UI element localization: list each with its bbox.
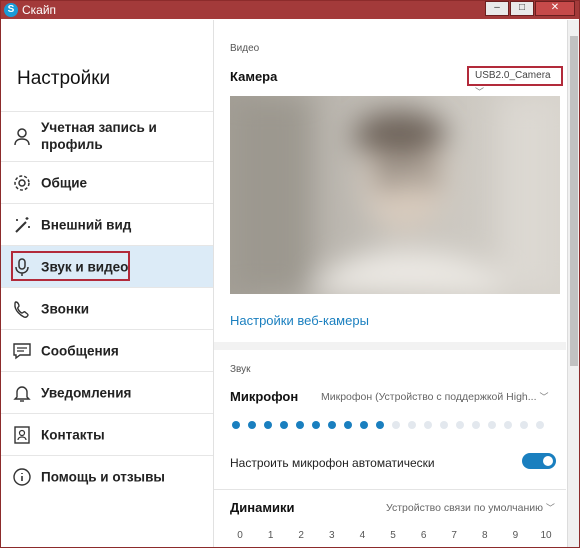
settings-sidebar: Настройки Учетная запись и профиль Общие…: [1, 20, 214, 547]
sidebar-item-notifications[interactable]: Уведомления: [1, 371, 213, 413]
sidebar-item-label: Уведомления: [41, 385, 132, 400]
speakers-select[interactable]: Устройство связи по умолчанию ﹀: [386, 501, 555, 514]
mic-level-meter: [232, 421, 544, 429]
camera-select-value: USB2.0_Camera: [475, 70, 551, 81]
mic-level-dot: [424, 421, 432, 429]
mic-level-dot: [440, 421, 448, 429]
speakers-divider: [214, 489, 566, 490]
volume-tick-label: 8: [482, 530, 488, 541]
microphone-select[interactable]: Микрофон (Устройство с поддержкой High..…: [321, 390, 561, 403]
minimize-button[interactable]: –: [485, 1, 509, 16]
volume-tick-label: 4: [359, 530, 366, 541]
mic-level-dot: [296, 421, 304, 429]
scrollbar-thumb[interactable]: [570, 36, 578, 366]
sidebar-item-label: Общие: [41, 175, 88, 190]
volume-tick-label: 2: [298, 530, 304, 541]
contacts-icon: [14, 425, 30, 444]
magic-wand-icon: [15, 216, 30, 233]
sidebar-item-label: Внешний вид: [41, 217, 132, 232]
sidebar-title: Настройки: [17, 68, 111, 89]
close-button[interactable]: ✕: [535, 1, 575, 16]
mic-level-dot: [344, 421, 352, 429]
volume-tick-label: 7: [451, 530, 457, 541]
sidebar-item-messages[interactable]: Сообщения: [1, 329, 213, 371]
sidebar-item-account[interactable]: Учетная запись и профиль: [1, 111, 213, 161]
microphone-label: Микрофон: [230, 389, 299, 404]
window-controls: – □ ✕: [485, 1, 575, 16]
audio-panel: Звук: [214, 350, 566, 547]
chevron-down-icon: ﹀: [539, 392, 549, 402]
camera-select[interactable]: USB2.0_Camera ﹀: [467, 66, 563, 97]
settings-nav: Учетная запись и профиль Общие Внешний в…: [1, 111, 213, 497]
section-label-video: Видео: [230, 43, 260, 54]
sidebar-item-label: Учетная запись и профиль: [41, 120, 157, 152]
speakers-label: Динамики: [230, 500, 295, 515]
speakers-select-value: Устройство связи по умолчанию: [386, 502, 543, 514]
maximize-button[interactable]: □: [510, 1, 534, 16]
window-title: Скайп: [22, 3, 57, 17]
mic-level-dot: [504, 421, 512, 429]
mic-level-dot: [456, 421, 464, 429]
chevron-down-icon: ﹀: [545, 503, 555, 513]
volume-tick-label: 9: [512, 530, 519, 541]
volume-tick-label: 3: [329, 530, 335, 541]
sidebar-item-label: Помощь и отзывы: [41, 469, 165, 484]
mic-level-dot: [328, 421, 336, 429]
section-label-audio: Звук: [230, 364, 251, 375]
gear-icon: [14, 174, 30, 191]
volume-tick-label: 1: [267, 530, 274, 541]
mic-level-dot: [232, 421, 240, 429]
sidebar-item-calls[interactable]: Звонки: [1, 287, 213, 329]
sidebar-item-audio-video[interactable]: Звук и видео: [1, 245, 213, 287]
volume-tick-label: 0: [237, 530, 243, 541]
title-bar: S Скайп – □ ✕: [1, 1, 579, 19]
sidebar-item-general[interactable]: Общие: [1, 161, 213, 203]
mic-level-dot: [520, 421, 528, 429]
volume-scale: 0 1 2 3 4 5 6 7 8 9 10: [234, 530, 554, 544]
video-panel: Видео Камера USB2.0_Camera ﹀ Настройки в…: [214, 20, 566, 342]
auto-mic-toggle[interactable]: [522, 453, 556, 469]
camera-preview-image: [230, 96, 560, 294]
mic-level-dot: [472, 421, 480, 429]
sidebar-item-label: Звонки: [41, 301, 90, 316]
mic-level-dot: [392, 421, 400, 429]
settings-content: Видео Камера USB2.0_Camera ﹀ Настройки в…: [214, 20, 566, 547]
phone-icon: [14, 300, 29, 318]
person-icon: [14, 127, 30, 145]
volume-tick-label: 5: [390, 530, 396, 541]
sidebar-item-appearance[interactable]: Внешний вид: [1, 203, 213, 245]
sidebar-item-label: Сообщения: [41, 343, 119, 358]
camera-preview: [230, 96, 560, 294]
mic-level-dot: [408, 421, 416, 429]
chat-icon: [13, 342, 31, 359]
mic-level-dot: [312, 421, 320, 429]
webcam-settings-link[interactable]: Настройки веб-камеры: [230, 313, 369, 328]
mic-level-dot: [264, 421, 272, 429]
mic-level-dot: [280, 421, 288, 429]
microphone-icon: [15, 257, 29, 276]
volume-tick-label: 6: [420, 530, 427, 541]
auto-mic-label: Настроить микрофон автоматически: [230, 456, 435, 470]
microphone-select-value: Микрофон (Устройство с поддержкой High..…: [321, 391, 537, 403]
mic-level-dot: [488, 421, 496, 429]
camera-label: Камера: [230, 69, 278, 84]
skype-window: S Скайп – □ ✕ Настройки Учетная запись и…: [0, 0, 580, 548]
mic-level-dot: [376, 421, 384, 429]
mic-level-dot: [536, 421, 544, 429]
sidebar-item-contacts[interactable]: Контакты: [1, 413, 213, 455]
info-icon: [13, 467, 31, 486]
volume-tick-label: 10: [540, 530, 552, 541]
sidebar-item-label: Звук и видео: [41, 259, 129, 274]
toggle-knob: [543, 456, 553, 466]
sidebar-item-label: Контакты: [41, 427, 105, 442]
skype-icon: S: [4, 3, 18, 17]
bell-icon: [13, 385, 31, 402]
sidebar-item-help[interactable]: Помощь и отзывы: [1, 455, 213, 497]
scrollbar[interactable]: [567, 20, 579, 547]
mic-level-dot: [248, 421, 256, 429]
mic-level-dot: [360, 421, 368, 429]
